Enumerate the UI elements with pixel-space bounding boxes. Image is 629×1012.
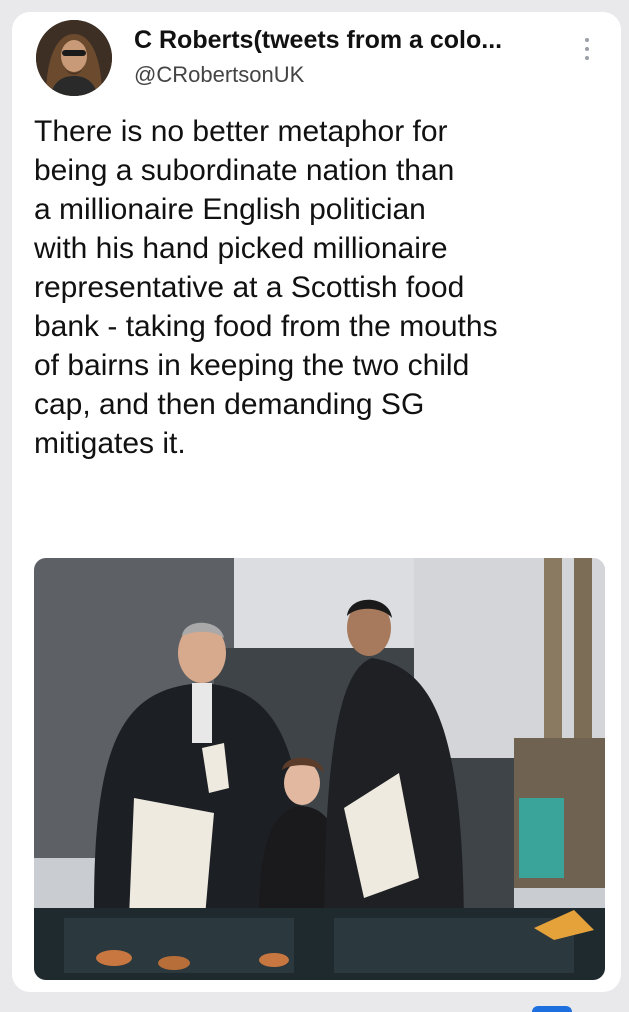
profile-avatar-image <box>36 20 112 96</box>
tweet-photo[interactable] <box>34 558 605 980</box>
avatar[interactable] <box>36 20 112 96</box>
scroll-indicator <box>532 1006 572 1012</box>
tweet-card[interactable]: C Roberts(tweets from a colo... @CRobert… <box>12 12 621 1012</box>
display-name[interactable]: C Roberts(tweets from a colo... <box>134 26 502 55</box>
photo-image <box>34 558 605 980</box>
user-handle[interactable]: @CRobertsonUK <box>134 62 304 88</box>
more-vertical-icon[interactable] <box>580 38 594 72</box>
tweet-text: There is no better metaphor for being a … <box>34 115 498 460</box>
